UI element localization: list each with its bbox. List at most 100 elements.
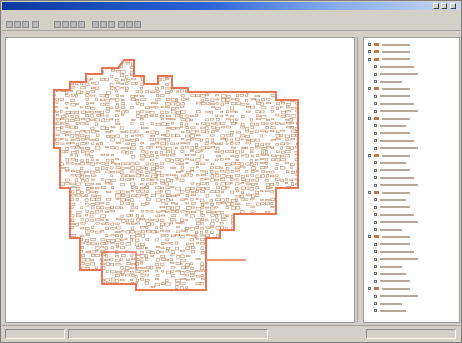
layer-list-item[interactable]: [368, 286, 410, 291]
layer-icon[interactable]: [100, 21, 107, 28]
layer-list-item[interactable]: [374, 212, 414, 217]
parcel: [150, 254, 154, 257]
layer-visibility-checkbox[interactable]: [374, 146, 377, 150]
measure-icon[interactable]: [92, 21, 99, 28]
layer-list-item[interactable]: [374, 205, 410, 210]
layer-list-item[interactable]: [374, 220, 418, 225]
layer-list-item[interactable]: [374, 72, 418, 77]
layer-list-item[interactable]: [374, 197, 406, 202]
layer-visibility-checkbox[interactable]: [374, 109, 377, 113]
layer-visibility-checkbox[interactable]: [374, 309, 377, 313]
zoom-in-icon[interactable]: [54, 21, 61, 28]
identify-icon[interactable]: [70, 21, 77, 28]
parcel: [290, 254, 294, 257]
layer-visibility-checkbox[interactable]: [374, 183, 377, 187]
layer-list-item[interactable]: [374, 160, 406, 165]
layer-visibility-checkbox[interactable]: [374, 139, 377, 143]
layer-list-item[interactable]: [374, 271, 406, 276]
map-view[interactable]: [5, 37, 355, 323]
layer-visibility-checkbox[interactable]: [368, 43, 371, 46]
layer-visibility-checkbox[interactable]: [374, 265, 377, 268]
layer-list-item[interactable]: [374, 264, 402, 269]
layer-visibility-checkbox[interactable]: [368, 117, 371, 120]
layer-list-item[interactable]: [374, 301, 402, 306]
layer-list-item[interactable]: [374, 227, 402, 232]
layer-list-item[interactable]: [368, 116, 410, 121]
pan-icon[interactable]: [32, 21, 39, 28]
layer-list-item[interactable]: [368, 86, 410, 91]
layer-list-item[interactable]: [374, 308, 406, 313]
minimize-button[interactable]: [433, 3, 439, 9]
label-icon[interactable]: [134, 21, 141, 28]
layer-list-item[interactable]: [368, 42, 410, 47]
layer-visibility-checkbox[interactable]: [368, 50, 371, 54]
layer-visibility-checkbox[interactable]: [374, 72, 377, 76]
layer-visibility-checkbox[interactable]: [368, 191, 371, 194]
layer-visibility-checkbox[interactable]: [368, 235, 371, 239]
close-button[interactable]: [450, 3, 456, 9]
layer-list-item[interactable]: [374, 168, 410, 173]
find-icon[interactable]: [126, 21, 133, 28]
print-icon[interactable]: [22, 21, 29, 28]
layer-list-item[interactable]: [368, 190, 410, 195]
parcel: [246, 73, 251, 78]
layer-visibility-checkbox[interactable]: [374, 168, 377, 172]
refresh-icon[interactable]: [108, 21, 115, 28]
parcel: [189, 238, 195, 242]
layer-visibility-checkbox[interactable]: [374, 228, 377, 231]
layer-visibility-checkbox[interactable]: [374, 279, 377, 283]
layer-list-item[interactable]: [368, 57, 410, 62]
layer-visibility-checkbox[interactable]: [374, 220, 377, 224]
layer-list-item[interactable]: [374, 131, 410, 136]
layer-visibility-checkbox[interactable]: [374, 302, 377, 305]
layer-list-item[interactable]: [374, 79, 402, 84]
layer-visibility-checkbox[interactable]: [368, 287, 371, 291]
maximize-button[interactable]: [441, 3, 447, 9]
layer-visibility-checkbox[interactable]: [374, 250, 377, 254]
layer-visibility-checkbox[interactable]: [374, 80, 377, 83]
layer-visibility-checkbox[interactable]: [374, 176, 377, 180]
parcel: [301, 243, 304, 245]
zoom-out-icon[interactable]: [62, 21, 69, 28]
layer-visibility-checkbox[interactable]: [374, 94, 377, 98]
layer-visibility-checkbox[interactable]: [368, 154, 371, 157]
layer-list-item[interactable]: [374, 94, 410, 99]
layer-list-item[interactable]: [374, 249, 414, 254]
layer-list-item[interactable]: [374, 294, 418, 299]
layer-list-item[interactable]: [374, 123, 406, 128]
layer-list-item[interactable]: [368, 49, 410, 54]
layer-list-item[interactable]: [368, 234, 410, 239]
save-icon[interactable]: [14, 21, 21, 28]
select-icon[interactable]: [78, 21, 85, 28]
layer-visibility-checkbox[interactable]: [374, 198, 377, 202]
layer-visibility-checkbox[interactable]: [374, 65, 377, 69]
layer-list-item[interactable]: [374, 109, 418, 114]
layer-visibility-checkbox[interactable]: [374, 257, 377, 261]
layer-list-item[interactable]: [374, 257, 418, 262]
layer-visibility-checkbox[interactable]: [374, 272, 377, 276]
layer-list-item[interactable]: [374, 279, 410, 284]
help-icon[interactable]: [118, 21, 125, 28]
layer-list-item[interactable]: [374, 242, 410, 247]
layer-visibility-checkbox[interactable]: [374, 294, 377, 298]
parcel: [204, 126, 209, 130]
title-bar[interactable]: [2, 2, 460, 10]
layer-list-item[interactable]: [374, 64, 414, 69]
layer-visibility-checkbox[interactable]: [368, 57, 371, 61]
open-icon[interactable]: [6, 21, 13, 28]
layer-visibility-checkbox[interactable]: [374, 124, 377, 128]
layer-list-item[interactable]: [374, 175, 414, 180]
layer-list-item[interactable]: [374, 138, 414, 143]
layer-visibility-checkbox[interactable]: [374, 213, 377, 217]
layer-visibility-checkbox[interactable]: [368, 87, 371, 91]
layer-list-item[interactable]: [374, 183, 418, 188]
layer-list-item[interactable]: [374, 101, 414, 106]
layer-list-item[interactable]: [374, 146, 418, 151]
layer-visibility-checkbox[interactable]: [374, 205, 377, 209]
layer-list-item[interactable]: [368, 153, 410, 158]
layer-visibility-checkbox[interactable]: [374, 131, 377, 135]
layer-visibility-checkbox[interactable]: [374, 102, 377, 106]
parcel-map[interactable]: [6, 38, 356, 324]
layer-visibility-checkbox[interactable]: [374, 161, 377, 165]
layer-visibility-checkbox[interactable]: [374, 242, 377, 246]
